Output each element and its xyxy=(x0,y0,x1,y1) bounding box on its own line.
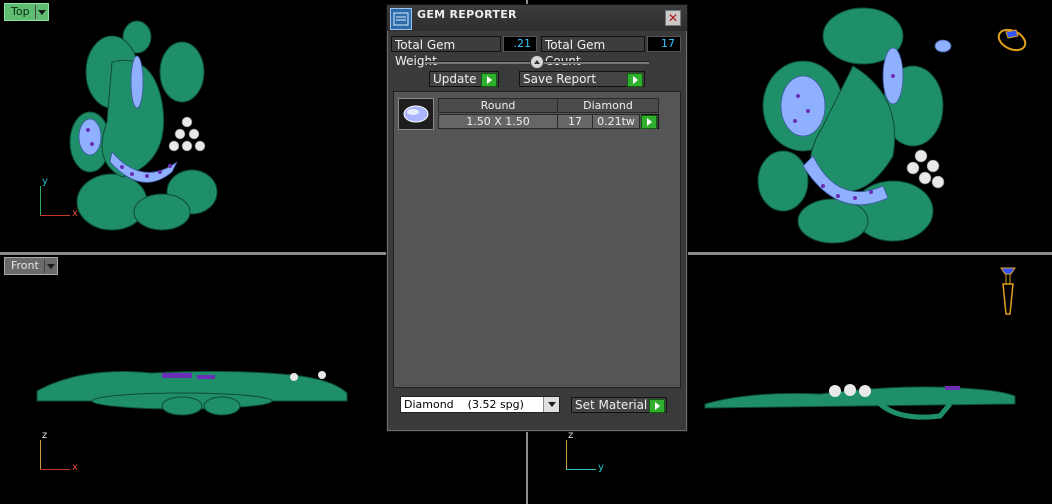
gem-reporter-icon xyxy=(390,8,412,30)
total-gem-weight-label: Total Gem Weight xyxy=(391,36,501,68)
slider-handle[interactable] xyxy=(530,55,544,69)
axis-label-y: y xyxy=(42,176,48,187)
viewport-label-front-text: Front xyxy=(11,259,39,272)
total-gem-weight-value: .21 xyxy=(503,36,537,52)
save-report-button-label: Save Report xyxy=(523,72,597,86)
table-cell-count: 17 xyxy=(557,114,593,129)
total-gem-count-value: 17 xyxy=(647,36,681,52)
viewport-top[interactable]: Top y x xyxy=(2,2,386,252)
axis-label-z: z xyxy=(42,430,48,441)
ganesha-model-front xyxy=(36,370,348,416)
axis-indicator-front: z x xyxy=(38,430,88,473)
material-select-value: Diamond (3.52 spg) xyxy=(404,398,524,411)
axis-indicator-right: z y xyxy=(564,430,614,473)
table-header-shape: Round xyxy=(438,98,558,113)
total-gem-count-label: Total Gem Count xyxy=(541,36,645,68)
dialog-title: GEM REPORTER xyxy=(417,8,517,21)
axis-label-x: x xyxy=(72,462,78,473)
gem-thumbnail[interactable] xyxy=(398,98,434,130)
pendant-gizmo-icon[interactable] xyxy=(998,264,1018,319)
table-cell-size: 1.50 X 1.50 xyxy=(438,114,558,129)
ganesha-model-right xyxy=(704,384,1016,420)
play-arrow-icon xyxy=(649,399,665,413)
ganesha-model-perspective xyxy=(757,7,952,244)
update-button[interactable]: Update xyxy=(429,71,499,87)
viewport-label-top[interactable]: Top xyxy=(4,3,49,21)
viewport-front[interactable]: Front z x xyxy=(2,256,386,504)
gem-list-panel[interactable]: Round Diamond 1.50 X 1.50 17 0.21tw xyxy=(393,91,681,388)
dialog-title-bar[interactable]: GEM REPORTER ✕ xyxy=(387,5,687,31)
viewport-label-top-text: Top xyxy=(11,5,30,18)
set-material-button-label: Set Material xyxy=(575,398,648,412)
viewport-label-front[interactable]: Front xyxy=(4,257,58,275)
play-arrow-icon xyxy=(481,73,497,87)
save-report-button[interactable]: Save Report xyxy=(519,71,645,87)
close-icon[interactable]: ✕ xyxy=(665,10,681,26)
axis-label-y: y xyxy=(598,462,604,473)
chevron-down-icon[interactable] xyxy=(34,5,48,19)
play-arrow-icon xyxy=(627,73,643,87)
table-header-material: Diamond xyxy=(557,98,659,113)
chevron-down-icon[interactable] xyxy=(543,397,559,412)
axis-label-x: x xyxy=(72,208,78,219)
material-select[interactable]: Diamond (3.52 spg) xyxy=(400,396,560,413)
ring-gizmo-icon[interactable] xyxy=(994,24,1030,56)
update-button-label: Update xyxy=(433,72,477,86)
play-arrow-icon xyxy=(641,115,657,129)
axis-indicator-top: y x xyxy=(38,176,88,219)
set-material-button[interactable]: Set Material xyxy=(571,397,667,413)
table-cell-weight: 0.21tw xyxy=(592,114,640,129)
row-select-button[interactable] xyxy=(641,114,659,129)
chevron-down-icon[interactable] xyxy=(43,259,57,273)
gem-reporter-dialog: GEM REPORTER ✕ Total Gem Weight .21 Tota… xyxy=(386,4,688,432)
